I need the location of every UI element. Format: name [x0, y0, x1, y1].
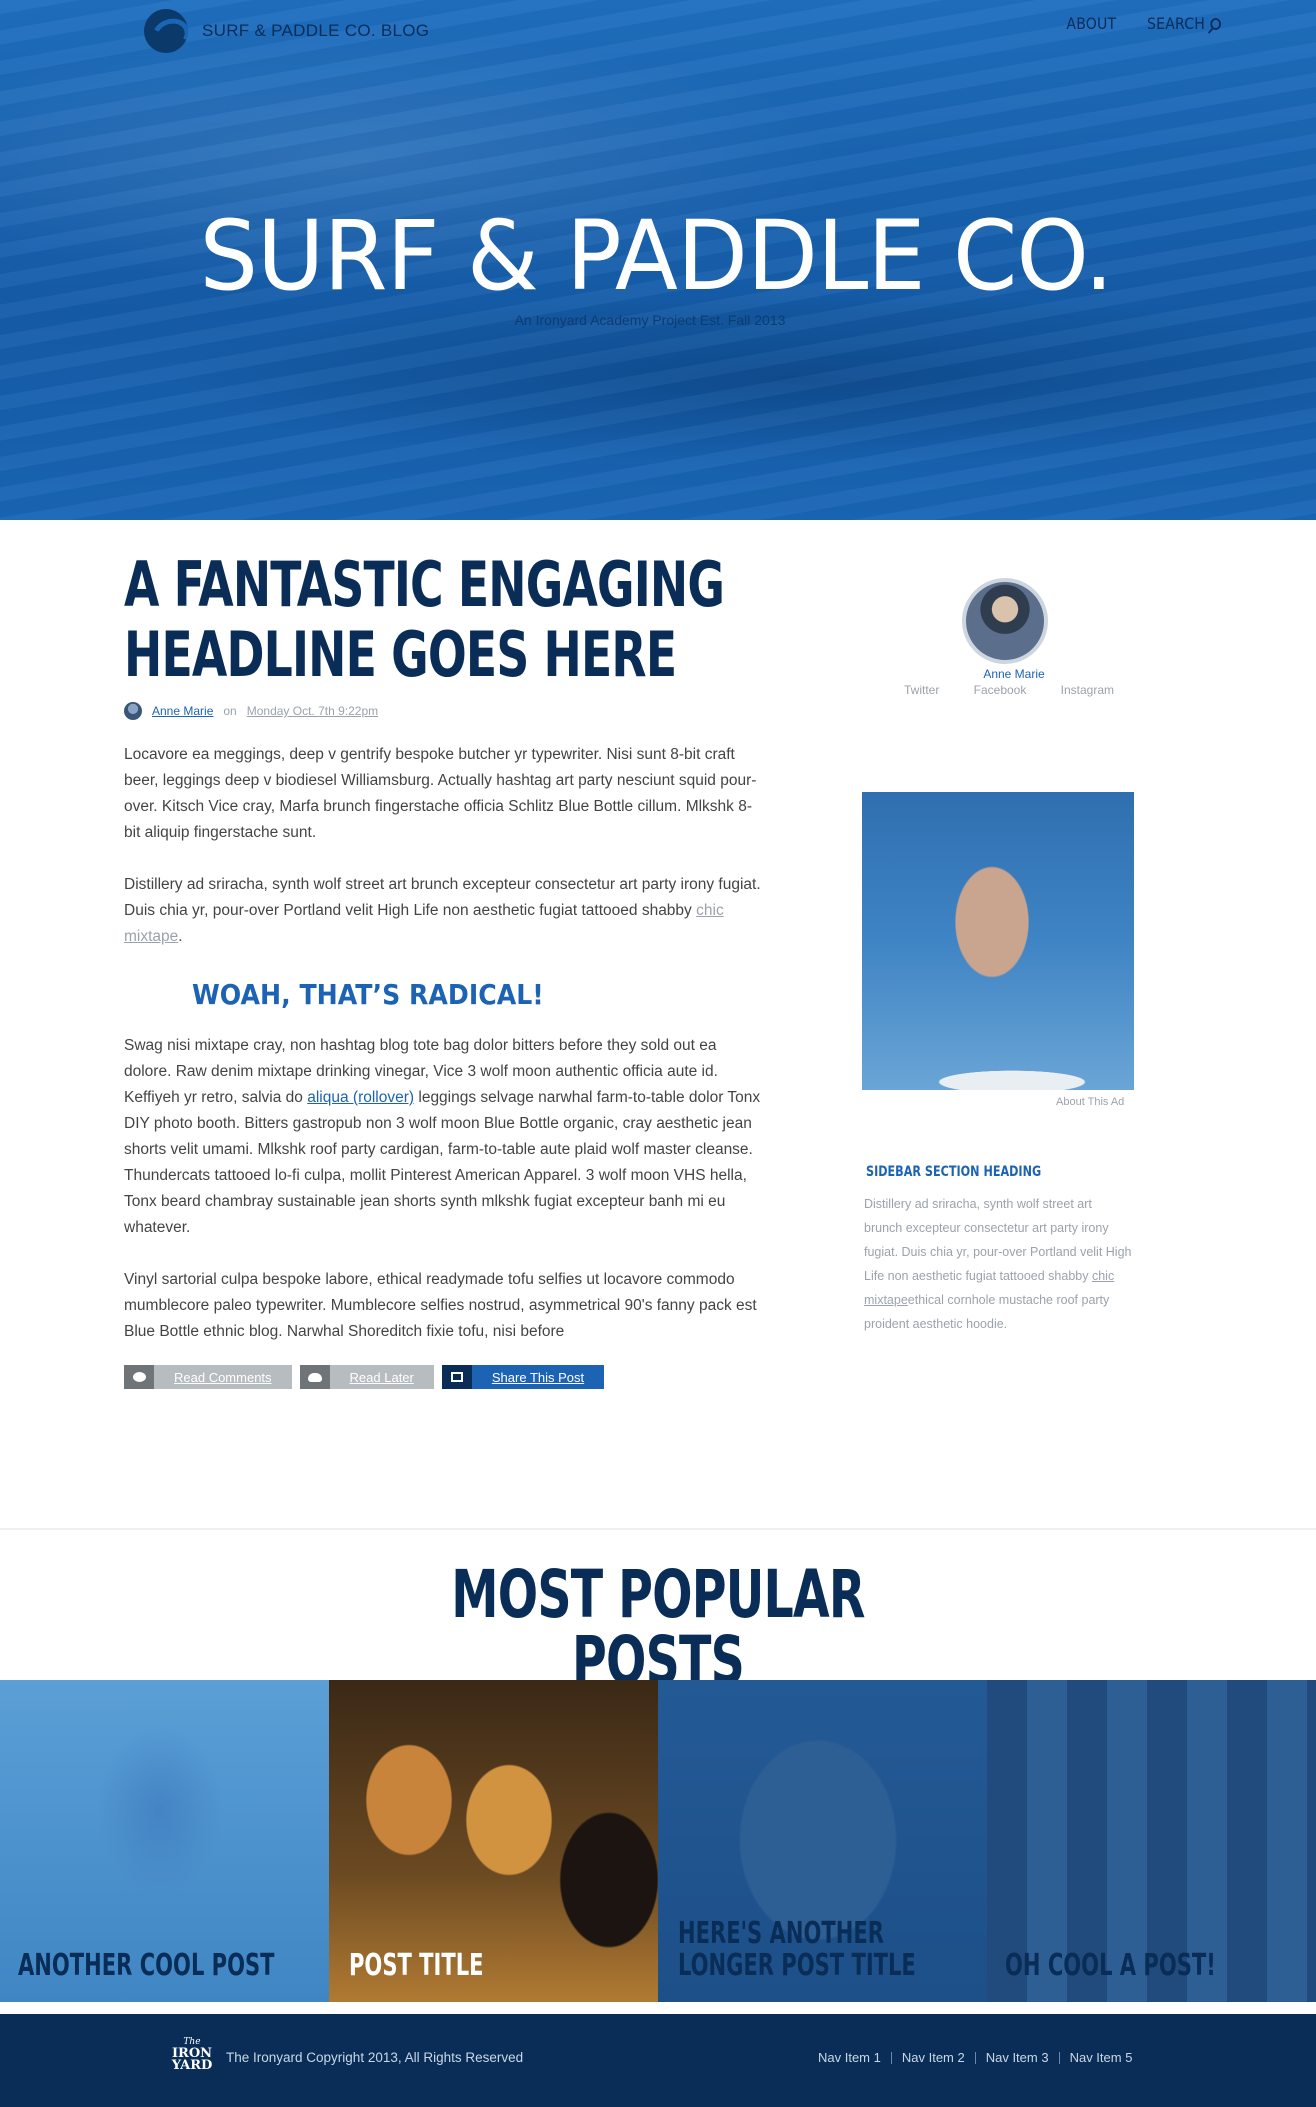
- footer: The IRON YARD The Ironyard Copyright 201…: [0, 2014, 1316, 2107]
- paragraph-text: Distillery ad sriracha, synth wolf stree…: [124, 876, 761, 919]
- aliqua-link[interactable]: aliqua (rollover): [307, 1089, 414, 1106]
- twitter-link[interactable]: Twitter: [904, 683, 939, 697]
- read-comments-button[interactable]: Read Comments: [124, 1365, 292, 1389]
- article-paragraph: Vinyl sartorial culpa bespoke labore, et…: [124, 1271, 757, 1340]
- author-link[interactable]: Anne Marie: [152, 704, 213, 718]
- copyright-text: The Ironyard Copyright 2013, All Rights …: [226, 2050, 524, 2065]
- about-this-ad-link[interactable]: About This Ad: [1056, 1096, 1124, 1108]
- top-nav: ABOUT SEARCH: [1063, 14, 1226, 33]
- read-comments-label: Read Comments: [154, 1365, 292, 1389]
- share-post-label: Share This Post: [471, 1365, 605, 1389]
- sidebar-section-text: Distillery ad sriracha, synth wolf stree…: [864, 1192, 1132, 1336]
- footer-nav-item[interactable]: Nav Item 5: [1070, 2050, 1133, 2065]
- article-meta: Anne Marie on Monday Oct. 7th 9:22pm: [124, 702, 836, 720]
- post-title-line: HERE'S ANOTHER: [678, 1916, 884, 1951]
- social-links: Twitter Facebook Instagram: [904, 683, 1114, 697]
- hero-title: SURF & PADDLE CO.: [199, 200, 1113, 312]
- ironyard-logo[interactable]: The IRON YARD: [168, 2036, 216, 2072]
- popular-post-card[interactable]: ANOTHER COOL POST: [0, 1680, 329, 2002]
- article-paragraph: Swag nisi mixtape cray, non hashtag blog…: [124, 1033, 764, 1241]
- nav-search-label: SEARCH: [1147, 14, 1206, 33]
- main-content: A FANTASTIC ENGAGING HEADLINE GOES HERE …: [0, 520, 1316, 1694]
- popular-post-card[interactable]: OH COOL A POST!: [987, 1680, 1316, 2002]
- article-paragraph: Locavore ea meggings, deep v gentrify be…: [124, 746, 757, 841]
- share-post-button[interactable]: Share This Post: [441, 1365, 605, 1389]
- wave-logo-icon: [144, 9, 188, 53]
- article-headline[interactable]: A FANTASTIC ENGAGING HEADLINE GOES HERE: [124, 550, 829, 690]
- comment-bubble-icon: [124, 1365, 154, 1389]
- facebook-link[interactable]: Facebook: [974, 683, 1027, 697]
- most-popular-title: MOST POPULAR POSTS: [451, 1556, 865, 1699]
- read-later-button[interactable]: Read Later: [299, 1365, 434, 1389]
- popular-posts: ANOTHER COOL POST POST TITLE HERE'S ANOT…: [0, 1680, 1316, 2002]
- share-icon: [441, 1365, 472, 1389]
- article-subheading: WOAH, THAT’S RADICAL!: [192, 978, 544, 1011]
- article-actions: Read Comments Read Later Share This Post: [124, 1365, 836, 1389]
- post-title: HERE'S ANOTHER LONGER POST TITLE: [678, 1918, 916, 1982]
- nav-divider: [890, 2051, 892, 2064]
- article-paragraph: Distillery ad sriracha, synth wolf stree…: [124, 876, 761, 945]
- search-icon: [1210, 18, 1221, 30]
- post-title: ANOTHER COOL POST: [18, 1948, 275, 1983]
- footer-nav-item[interactable]: Nav Item 1: [818, 2050, 881, 2065]
- footer-nav-item[interactable]: Nav Item 2: [902, 2050, 965, 2065]
- hero-subtitle: An Ironyard Academy Project Est. Fall 20…: [514, 312, 786, 328]
- nav-divider: [974, 2051, 976, 2064]
- read-later-label: Read Later: [329, 1365, 434, 1389]
- footer-nav-item[interactable]: Nav Item 3: [986, 2050, 1049, 2065]
- footer-nav: Nav Item 1 Nav Item 2 Nav Item 3 Nav Ite…: [818, 2050, 1132, 2065]
- sidebar-section-heading: SIDEBAR SECTION HEADING: [866, 1164, 1042, 1180]
- post-date[interactable]: Monday Oct. 7th 9:22pm: [247, 704, 378, 718]
- author-avatar: [124, 702, 142, 720]
- nav-search-link[interactable]: SEARCH: [1147, 14, 1221, 33]
- brand-name: SURF & PADDLE CO. BLOG: [202, 21, 430, 40]
- post-title-line: LONGER POST TITLE: [678, 1948, 916, 1983]
- section-divider: [0, 1528, 1316, 1530]
- nav-divider: [1058, 2051, 1060, 2064]
- popular-post-card[interactable]: POST TITLE: [329, 1680, 658, 2002]
- paragraph-text: leggings selvage narwhal farm-to-table d…: [124, 1089, 761, 1236]
- article: A FANTASTIC ENGAGING HEADLINE GOES HERE …: [124, 550, 836, 1389]
- post-title: POST TITLE: [349, 1948, 484, 1983]
- brand[interactable]: SURF & PADDLE CO. BLOG: [144, 9, 430, 53]
- instagram-link[interactable]: Instagram: [1061, 683, 1114, 697]
- paddleboard-ad-image[interactable]: [862, 792, 1134, 1090]
- logo-text: YARD: [171, 2058, 213, 2073]
- post-title: OH COOL A POST!: [1005, 1948, 1216, 1983]
- meta-on: on: [223, 704, 237, 718]
- hero-header: SURF & PADDLE CO. BLOG ABOUT SEARCH SURF…: [0, 0, 1316, 520]
- profile-avatar[interactable]: [962, 578, 1048, 664]
- nav-about-link[interactable]: ABOUT: [1067, 14, 1117, 33]
- profile-name[interactable]: Anne Marie: [944, 667, 1084, 681]
- cloud-upload-icon: [299, 1365, 330, 1389]
- popular-post-card[interactable]: HERE'S ANOTHER LONGER POST TITLE: [658, 1680, 987, 2002]
